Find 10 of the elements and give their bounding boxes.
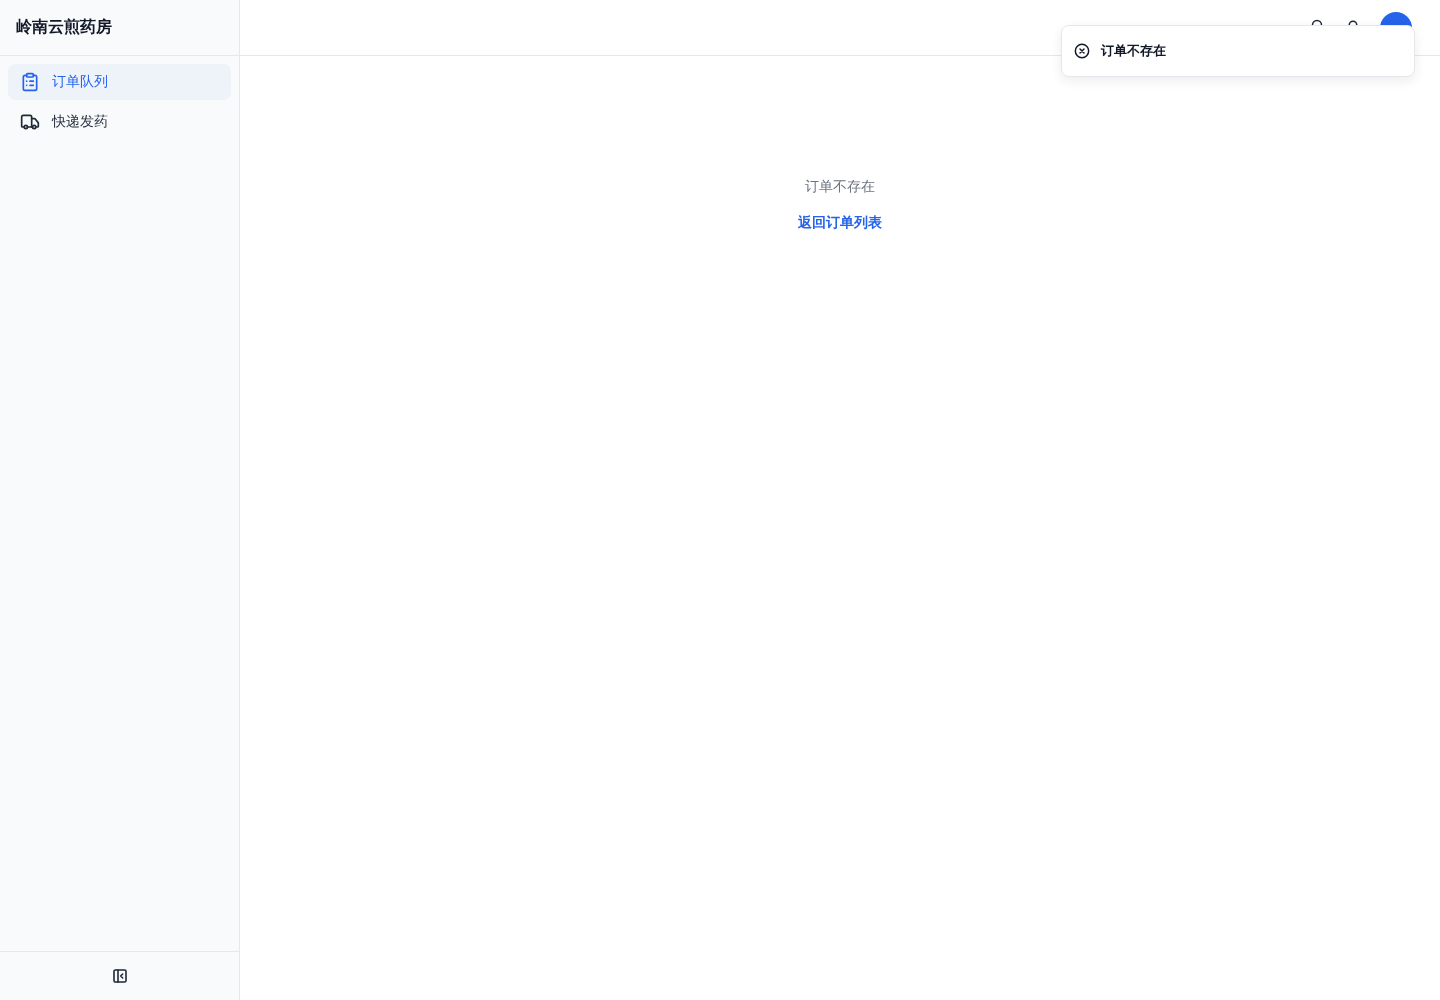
clipboard-list-icon	[20, 72, 40, 92]
sidebar-item[interactable]: 快递发药	[8, 104, 231, 140]
empty-message: 订单不存在	[805, 177, 875, 196]
toast-message: 订单不存在	[1101, 42, 1166, 60]
sidebar-collapse-icon[interactable]	[111, 968, 128, 984]
close-circle-icon	[1074, 43, 1090, 59]
sidebar-item[interactable]: 订单队列	[8, 64, 231, 100]
truck-icon	[20, 112, 40, 132]
app-title: 岭南云煎药房	[16, 17, 112, 37]
back-to-list-link[interactable]: 返回订单列表	[798, 212, 882, 232]
